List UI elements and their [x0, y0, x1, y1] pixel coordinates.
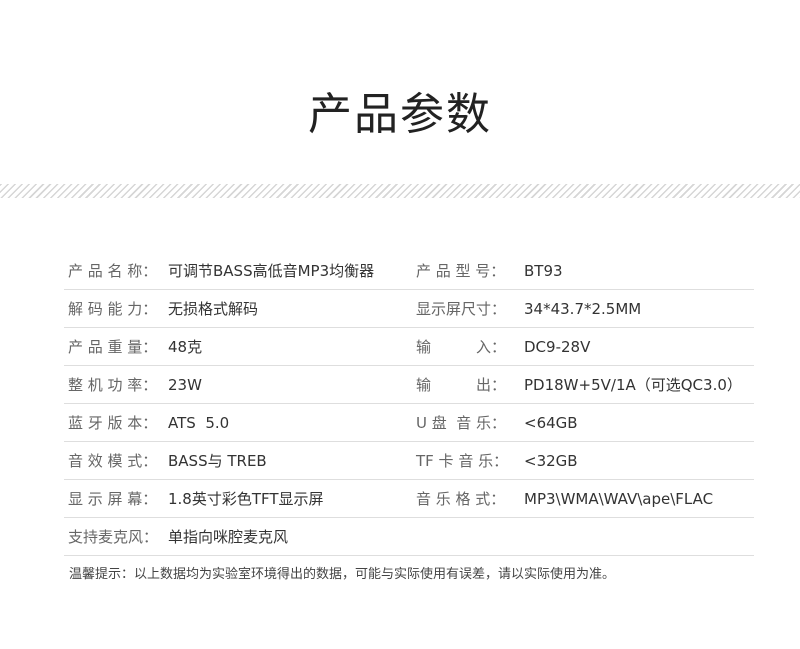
- spec-value: 单指向咪腔麦克风: [168, 528, 289, 546]
- spec-label: 显 示 屏 幕：: [68, 490, 158, 508]
- spec-label: 蓝 牙 版 本：: [68, 414, 158, 432]
- spec-row: 整 机 功 率： 23W 输 出： PD18W+5V/1A（可选QC3.0）: [64, 366, 754, 404]
- spec-label: 显示屏尺寸：: [416, 300, 507, 318]
- spec-value: 48克: [168, 338, 203, 356]
- spec-value: 1.8英寸彩色TFT显示屏: [168, 490, 324, 508]
- spec-row: 支持麦克风： 单指向咪腔麦克风: [64, 518, 754, 556]
- spec-label: 产 品 名 称：: [68, 262, 158, 280]
- spec-row: 蓝 牙 版 本： ATS 5.0 U 盘 音 乐： <64GB: [64, 404, 754, 442]
- spec-label: 产 品 重 量：: [68, 338, 158, 356]
- spec-value: BASS与 TREB: [168, 452, 267, 470]
- spec-value: <64GB: [524, 413, 578, 432]
- spec-label: 输 入：: [416, 338, 507, 356]
- spec-value: 23W: [168, 375, 202, 394]
- spec-value: 无损格式解码: [168, 300, 259, 318]
- spec-row: 产 品 名 称： 可调节BASS高低音MP3均衡器 产 品 型 号： BT93: [64, 252, 754, 290]
- spec-value: 34*43.7*2.5MM: [524, 299, 642, 318]
- spec-label: 支持麦克风：: [68, 528, 159, 546]
- spec-label: 输 出：: [416, 376, 507, 394]
- spec-value: MP3\WMA\WAV\ape\FLAC: [524, 489, 714, 508]
- striped-divider: [0, 184, 800, 198]
- spec-value: ATS 5.0: [168, 413, 230, 432]
- spec-label: 产 品 型 号：: [416, 262, 506, 280]
- spec-value: <32GB: [524, 451, 578, 470]
- spec-value: 可调节BASS高低音MP3均衡器: [168, 262, 375, 280]
- spec-row: 音 效 模 式： BASS与 TREB TF 卡 音 乐： <32GB: [64, 442, 754, 480]
- spec-row: 产 品 重 量： 48克 输 入： DC9-28V: [64, 328, 754, 366]
- spec-value: PD18W+5V/1A（可选QC3.0）: [524, 376, 742, 394]
- spec-label: 整 机 功 率：: [68, 376, 158, 394]
- disclaimer-note: 温馨提示：以上数据均为实验室环境得出的数据，可能与实际使用有误差，请以实际使用为…: [69, 567, 616, 582]
- spec-label: U 盘 音 乐：: [416, 414, 507, 432]
- spec-table: 产 品 名 称： 可调节BASS高低音MP3均衡器 产 品 型 号： BT93 解 …: [64, 252, 754, 556]
- spec-value: BT93: [524, 261, 563, 280]
- page-title: 产品参数: [308, 89, 492, 140]
- spec-row: 解 码 能 力： 无损格式解码 显示屏尺寸： 34*43.7*2.5MM: [64, 290, 754, 328]
- spec-label: TF 卡 音 乐：: [416, 452, 509, 470]
- spec-label: 音 乐 格 式：: [416, 490, 506, 508]
- spec-label: 解 码 能 力：: [68, 300, 158, 318]
- spec-label: 音 效 模 式：: [68, 452, 158, 470]
- spec-row: 显 示 屏 幕： 1.8英寸彩色TFT显示屏 音 乐 格 式： MP3\WMA\WA…: [64, 480, 754, 518]
- spec-value: DC9-28V: [524, 337, 591, 356]
